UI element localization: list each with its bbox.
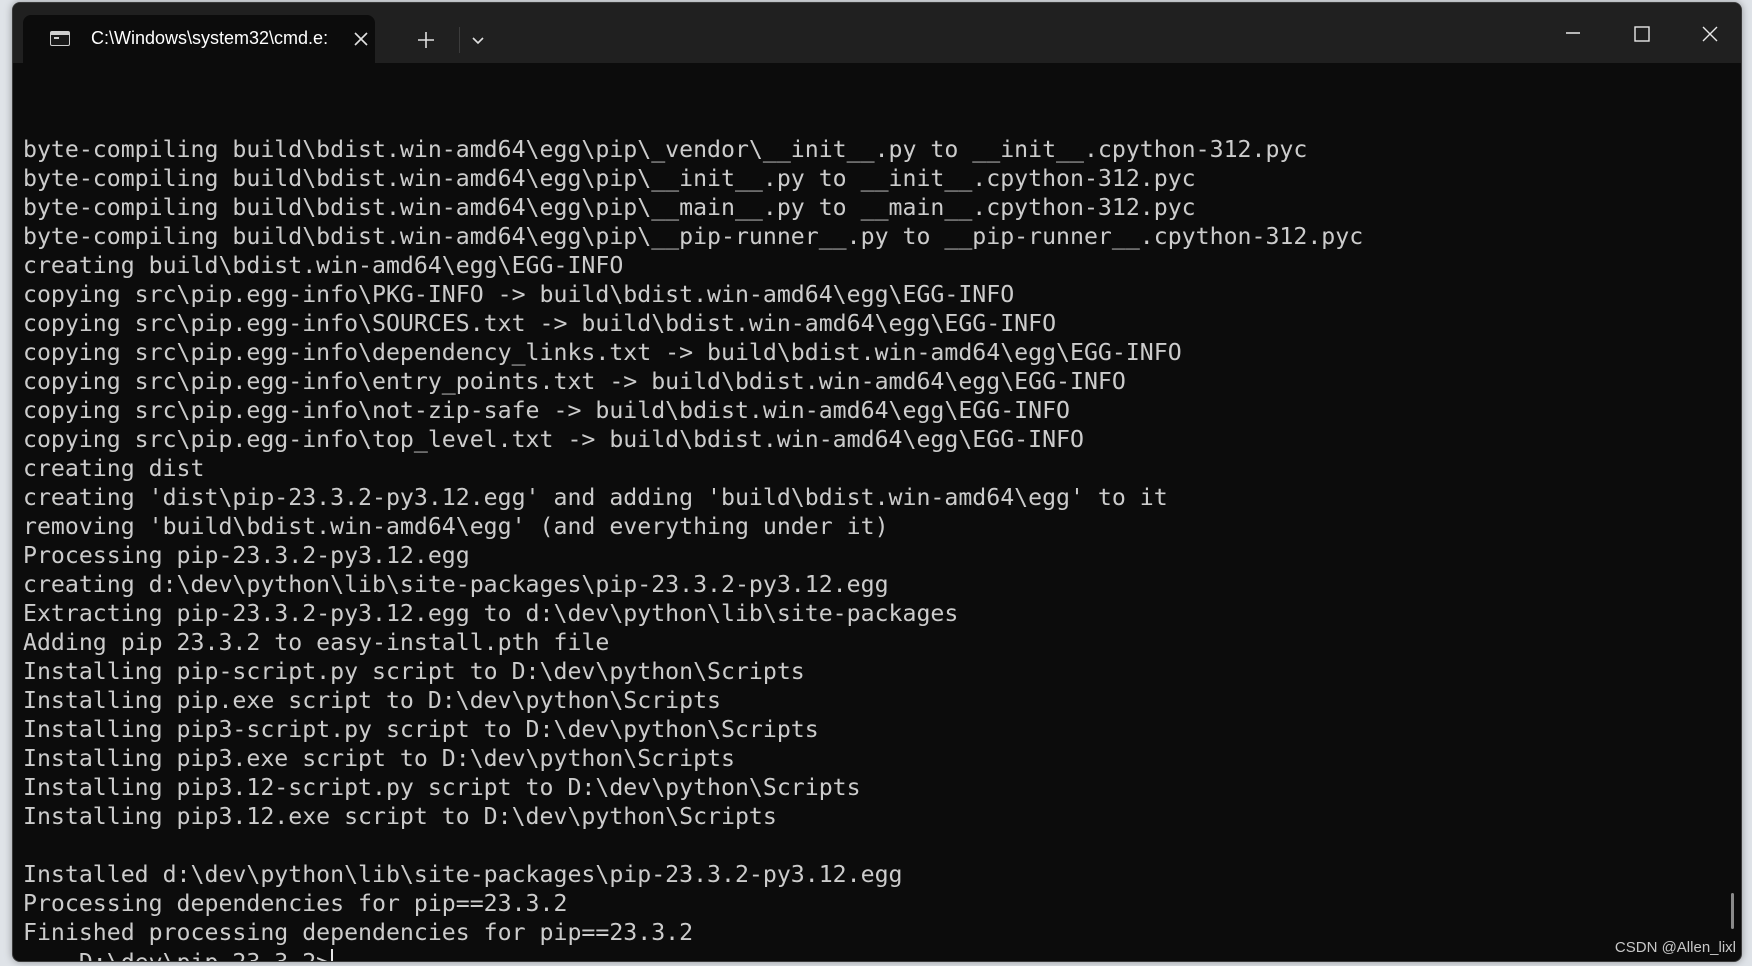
terminal-line: copying src\pip.egg-info\PKG-INFO -> bui… [23, 281, 1015, 308]
title-bar: C:\Windows\system32\cmd.e: [13, 3, 1741, 63]
minimize-button[interactable] [1553, 17, 1593, 53]
terminal-line: Adding pip 23.3.2 to easy-install.pth fi… [23, 629, 610, 656]
close-icon [354, 32, 368, 46]
watermark: CSDN @Allen_lixl [1614, 939, 1736, 956]
terminal-line: byte-compiling build\bdist.win-amd64\egg… [23, 223, 1364, 250]
terminal-line: copying src\pip.egg-info\not-zip-safe ->… [23, 397, 1071, 424]
tab-title: C:\Windows\system32\cmd.e: [91, 28, 329, 48]
prompt-text: D:\dev\pip-23.3.2> [79, 949, 330, 961]
terminal-icon [50, 31, 70, 46]
chevron-down-icon [472, 37, 484, 45]
close-window-button[interactable] [1689, 17, 1729, 53]
text-cursor [331, 949, 334, 961]
terminal-line: copying src\pip.egg-info\top_level.txt -… [23, 426, 1084, 453]
terminal-line: Processing dependencies for pip==23.3.2 [23, 890, 568, 917]
terminal-line: removing 'build\bdist.win-amd64\egg' (an… [23, 513, 889, 540]
terminal-line: byte-compiling build\bdist.win-amd64\egg… [23, 194, 1196, 221]
minimize-icon [1566, 32, 1580, 34]
new-tab-button[interactable] [411, 25, 441, 55]
terminal-line: copying src\pip.egg-info\SOURCES.txt -> … [23, 310, 1057, 337]
terminal-line: byte-compiling build\bdist.win-amd64\egg… [23, 136, 1308, 163]
terminal-line: byte-compiling build\bdist.win-amd64\egg… [23, 165, 1196, 192]
plus-icon [418, 32, 434, 48]
terminal-line: creating dist [23, 455, 205, 482]
scrollbar-thumb[interactable] [1731, 893, 1734, 929]
terminal-line: creating d:\dev\python\lib\site-packages… [23, 571, 889, 598]
terminal-line: Installing pip.exe script to D:\dev\pyth… [23, 687, 722, 714]
terminal-line: Installing pip-script.py script to D:\de… [23, 658, 805, 685]
terminal-line: Installing pip3.12-script.py script to D… [23, 774, 861, 801]
terminal-line: Installing pip3.exe script to D:\dev\pyt… [23, 745, 735, 772]
tab-separator [459, 27, 460, 53]
terminal-line: Extracting pip-23.3.2-py3.12.egg to d:\d… [23, 600, 959, 627]
terminal-line: Installing pip3.12.exe script to D:\dev\… [23, 803, 777, 830]
terminal-line: creating 'dist\pip-23.3.2-py3.12.egg' an… [23, 484, 1168, 511]
terminal-line: Processing pip-23.3.2-py3.12.egg [23, 542, 470, 569]
tab-close-button[interactable] [350, 28, 372, 50]
prompt-line[interactable]: D:\dev\pip-23.3.2> [23, 919, 334, 961]
terminal-window: C:\Windows\system32\cmd.e: byte-compilin… [12, 2, 1742, 962]
profiles-dropdown-button[interactable] [463, 25, 493, 55]
maximize-button[interactable] [1621, 17, 1661, 53]
maximize-icon [1634, 26, 1650, 42]
terminal-output[interactable]: byte-compiling build\bdist.win-amd64\egg… [23, 77, 1711, 961]
terminal-line: Installed d:\dev\python\lib\site-package… [23, 861, 903, 888]
close-icon [1702, 26, 1718, 42]
terminal-line: copying src\pip.egg-info\dependency_link… [23, 339, 1182, 366]
terminal-line: creating build\bdist.win-amd64\egg\EGG-I… [23, 252, 624, 279]
tab-cmd[interactable]: C:\Windows\system32\cmd.e: [23, 15, 375, 63]
terminal-line: Installing pip3-script.py script to D:\d… [23, 716, 819, 743]
terminal-line: copying src\pip.egg-info\entry_points.tx… [23, 368, 1126, 395]
